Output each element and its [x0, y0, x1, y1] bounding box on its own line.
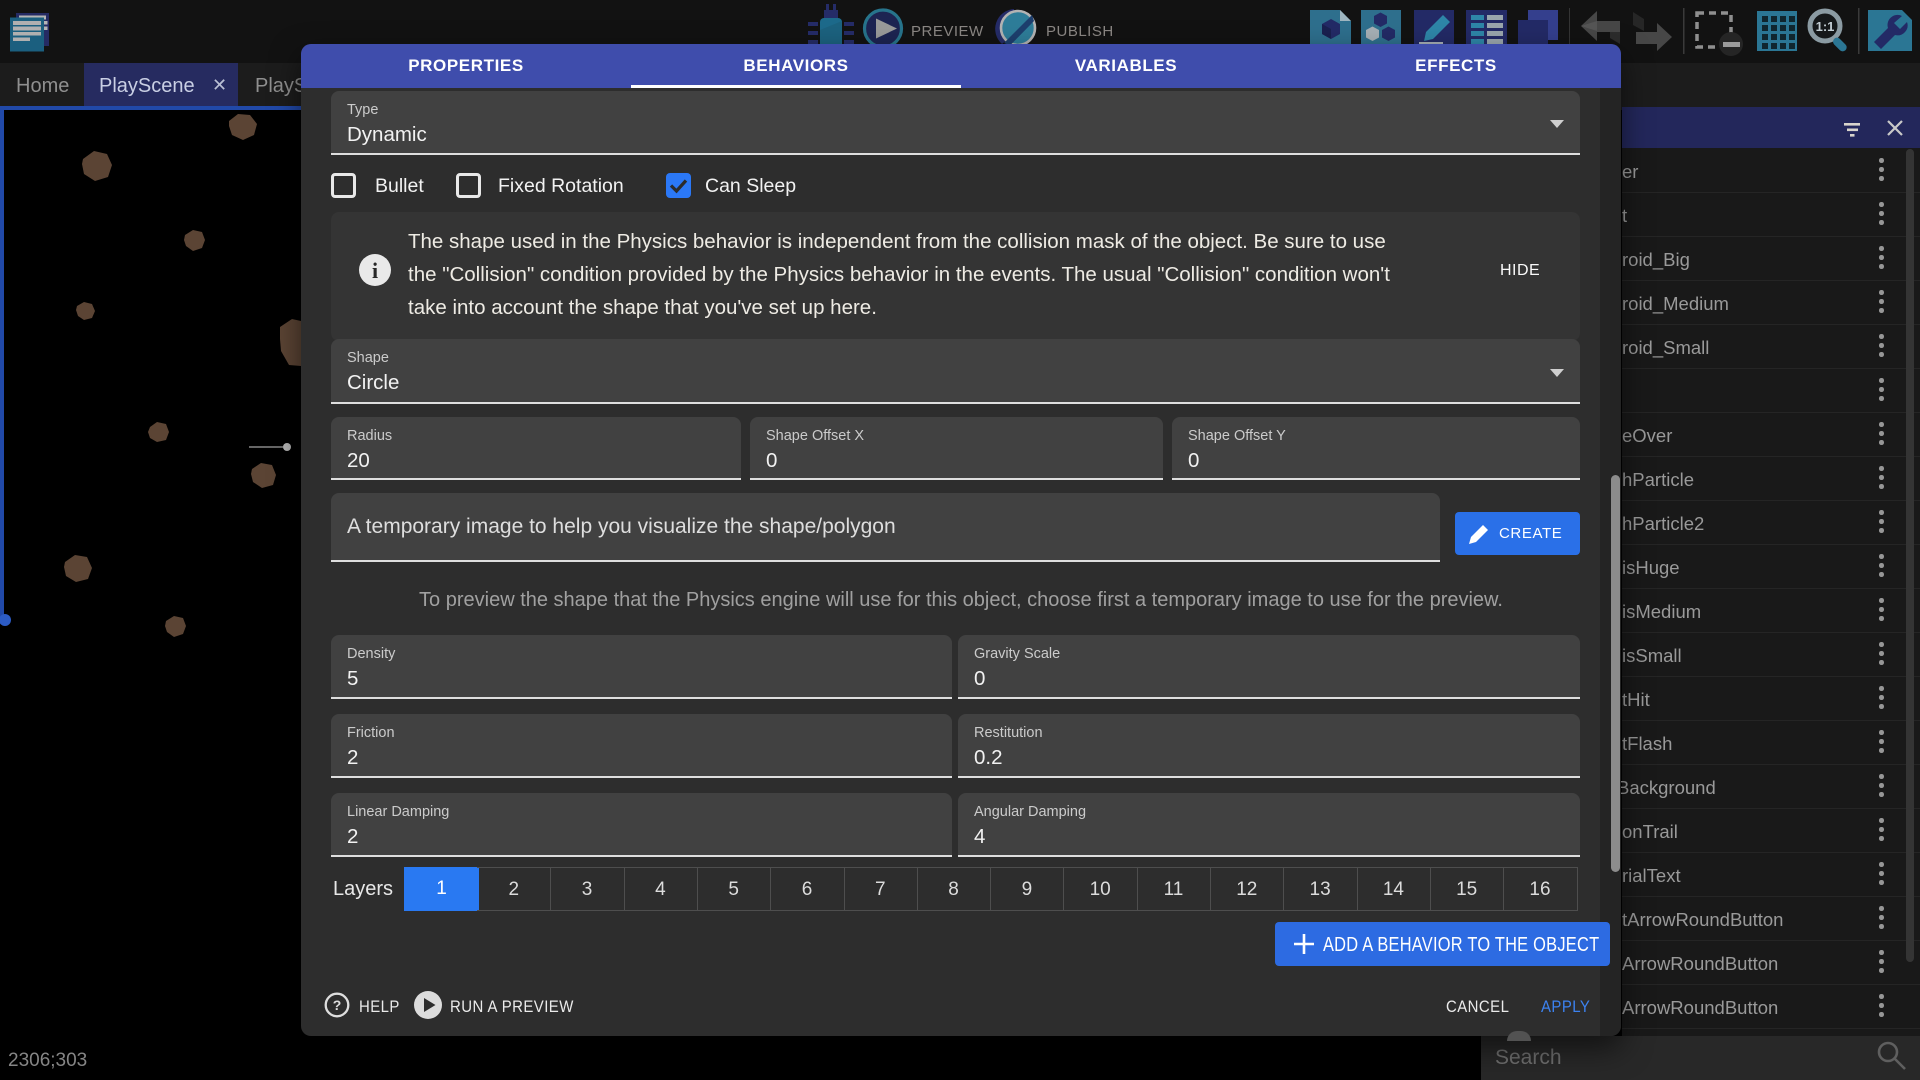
svg-text:?: ?: [333, 997, 342, 1013]
svg-text:1:1: 1:1: [1816, 19, 1835, 34]
